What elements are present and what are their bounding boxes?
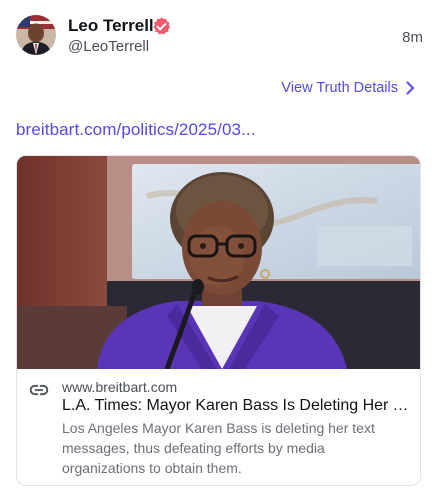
link-icon bbox=[29, 380, 49, 400]
author-handle[interactable]: @LeoTerrell bbox=[68, 38, 149, 55]
post-timestamp[interactable]: 8m bbox=[402, 29, 423, 46]
author-name[interactable]: Leo Terrell bbox=[68, 16, 154, 36]
chevron-right-icon bbox=[406, 81, 415, 95]
link-preview-image[interactable] bbox=[17, 156, 420, 369]
link-title[interactable]: L.A. Times: Mayor Karen Bass Is Deleting… bbox=[62, 397, 412, 415]
view-details-label: View Truth Details bbox=[281, 80, 398, 96]
avatar[interactable] bbox=[16, 15, 56, 55]
view-truth-details-link[interactable]: View Truth Details bbox=[281, 79, 415, 97]
verified-badge-icon bbox=[151, 16, 172, 37]
link-domain: www.breitbart.com bbox=[62, 379, 178, 395]
post-body-link[interactable]: breitbart.com/politics/2025/03... bbox=[16, 120, 256, 140]
link-preview-card[interactable]: www.breitbart.com L.A. Times: Mayor Kare… bbox=[16, 155, 421, 486]
link-description: Los Angeles Mayor Karen Bass is deleting… bbox=[62, 420, 375, 476]
